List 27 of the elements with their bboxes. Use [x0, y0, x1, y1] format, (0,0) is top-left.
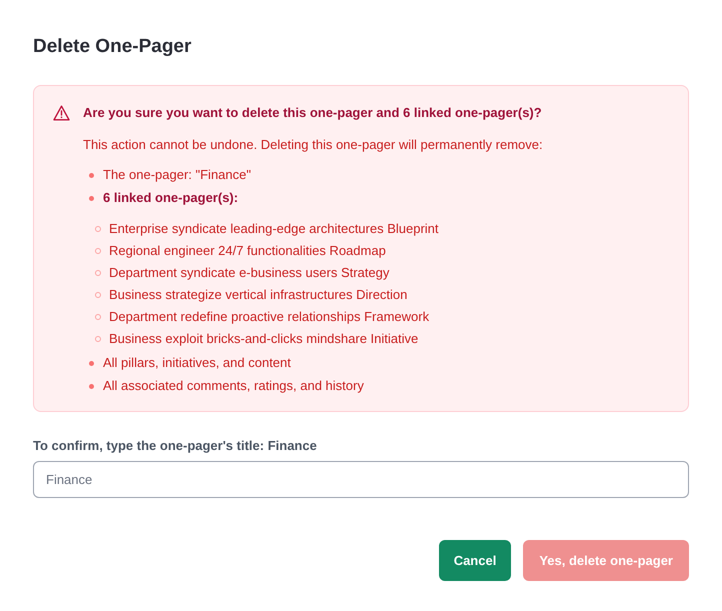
list-item-text: The one-pager: "Finance" — [103, 166, 251, 184]
bullet-ring-icon — [95, 336, 101, 342]
bullet-ring-icon — [95, 270, 101, 276]
confirm-label: To confirm, type the one-pager's title: Finance — [33, 437, 318, 455]
bullet-dot-icon — [89, 360, 94, 366]
confirm-input[interactable]: Finance — [33, 461, 689, 498]
list-item-text: 6 linked one-pager(s): — [103, 189, 238, 207]
bullet-dot-icon — [89, 172, 94, 178]
list-item-text: All pillars, initiatives, and content — [103, 354, 291, 372]
list-item-text: Enterprise syndicate leading-edge architectures Blueprint — [109, 220, 439, 238]
warning-heading: Are you sure you want to delete this one-pager and 6 linked one-pager(s)? — [83, 104, 543, 122]
dialog-title: Delete One-Pager — [33, 35, 192, 59]
bullet-ring-icon — [95, 226, 101, 232]
cancel-button[interactable]: Cancel — [438, 540, 512, 581]
bullet-ring-icon — [95, 248, 101, 254]
bullet-dot-icon — [89, 384, 94, 388]
bullet-dot-icon — [89, 196, 94, 200]
list-item-text: All associated comments, ratings, and history — [103, 377, 364, 395]
list-item-text: Department redefine proactive relationships Framework — [109, 308, 430, 326]
warning-text: This action cannot be undone. Deleting this one-pager will permanently remove: — [83, 136, 543, 154]
list-item-text: Regional engineer 24/7 functionalities Roadmap — [109, 242, 386, 260]
warning-icon — [53, 105, 70, 121]
bullet-ring-icon — [95, 314, 101, 320]
list-item-text: Business exploit bricks-and-clicks mindshare Initiative — [109, 330, 418, 348]
list-item-text: Department syndicate e-business users Strategy — [109, 264, 390, 282]
list-item-text: Business strategize vertical infrastructures Direction — [109, 286, 408, 304]
bullet-ring-icon — [95, 292, 101, 298]
